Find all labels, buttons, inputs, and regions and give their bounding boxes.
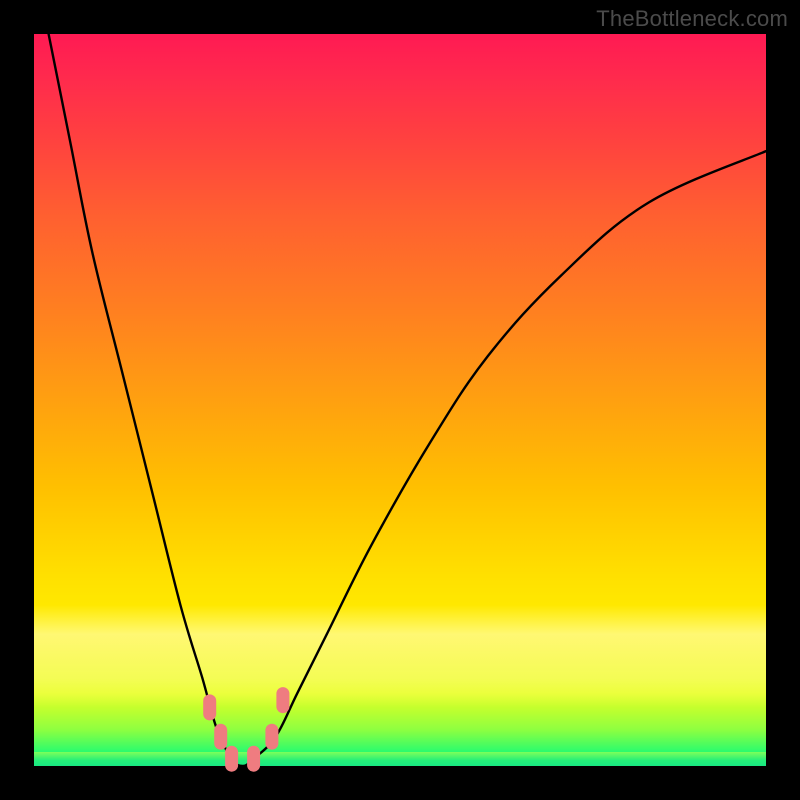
- chart-frame: TheBottleneck.com: [0, 0, 800, 800]
- curve-marker: [247, 746, 260, 772]
- curve-marker: [276, 687, 289, 713]
- curve-layer: [34, 34, 766, 766]
- curve-marker: [265, 724, 278, 750]
- curve-marker: [214, 724, 227, 750]
- plot-area: [34, 34, 766, 766]
- bottleneck-curve: [49, 34, 766, 766]
- curve-markers: [203, 687, 289, 772]
- curve-marker: [203, 694, 216, 720]
- watermark-text: TheBottleneck.com: [596, 6, 788, 32]
- curve-marker: [225, 746, 238, 772]
